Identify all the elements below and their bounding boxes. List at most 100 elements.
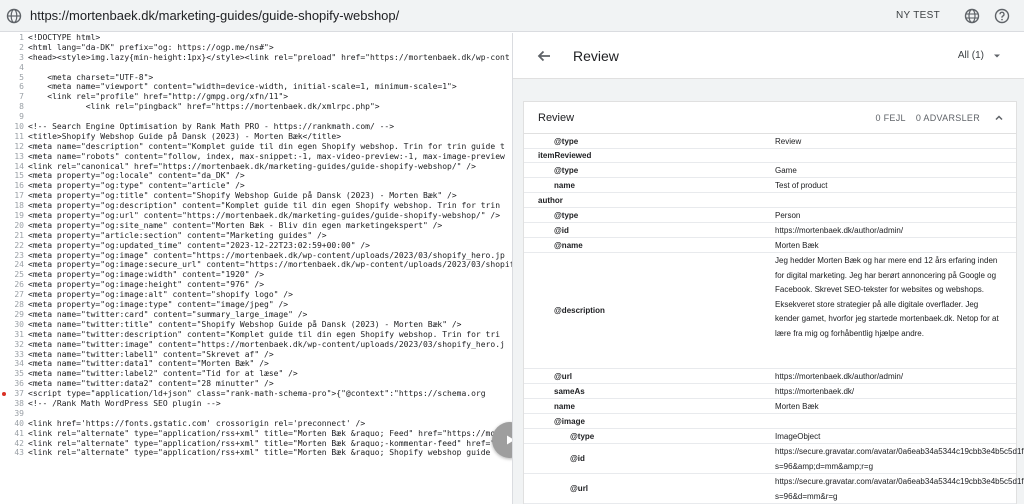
line-text: <meta property="og:description" content=… (28, 201, 501, 211)
line-text: <meta charset="UTF-8"> (28, 72, 154, 82)
line-number: 40 (14, 418, 24, 428)
line-number: 26 (14, 280, 24, 290)
line-text: <link rel="pingback" href="https://morte… (28, 102, 380, 112)
line-number: 17 (14, 191, 24, 201)
line-text: <meta name="twitter:data2" content="28 m… (28, 379, 274, 389)
line-text: <link rel="alternate" type="application/… (28, 428, 505, 438)
property-value: https://mortenbaek.dk/ (775, 387, 855, 396)
language-icon[interactable] (964, 8, 980, 24)
line-text: <meta property="og:locale" content="da_D… (28, 171, 245, 181)
line-text: <meta name="twitter:title" content="Shop… (28, 319, 462, 329)
property-value: Jeg hedder Morten Bæk og har mere end 12… (775, 256, 999, 338)
code-line: 34 <meta name="twitter:data1" content="Mo… (0, 359, 512, 369)
property-row: @type ImageObject (524, 429, 1016, 444)
code-line: 6 <meta name="viewport" content="width=d… (0, 82, 512, 92)
line-number: 7 (19, 92, 24, 102)
code-line: 20 <meta property="og:site_name" content=… (0, 221, 512, 231)
line-text: <link rel="profile" href="http://gmpg.or… (28, 92, 289, 102)
address-bar: https://mortenbaek.dk/marketing-guides/g… (0, 0, 1024, 32)
line-number: 8 (19, 102, 24, 112)
line-text: <meta name="description" content="Komple… (28, 141, 505, 151)
line-text: <meta property="og:type" content="articl… (28, 181, 245, 191)
source-code-view[interactable]: 1 <!DOCTYPE html> 2 <html lang="da-DK" pref… (0, 33, 512, 504)
line-text: <link rel="alternate" type="application/… (28, 448, 491, 458)
panel-header: Review All (1) (513, 33, 1024, 79)
code-line: 27 <meta property="og:image:alt" content=… (0, 290, 512, 300)
line-text: <meta name="twitter:label2" content="Tid… (28, 369, 298, 379)
card-header[interactable]: Review 0 FEJL 0 ADVARSLER (524, 102, 1016, 134)
retest-button[interactable]: NY TEST (896, 10, 940, 21)
code-line: 4 (0, 63, 512, 73)
line-text: <!-- /Rank Math WordPress SEO plugin --> (28, 398, 221, 408)
property-key: @id (554, 225, 569, 235)
line-text: <!-- Search Engine Optimisation by Rank … (28, 122, 395, 132)
property-row: @type Person (524, 208, 1016, 223)
property-value: Game (775, 166, 797, 175)
code-line: 37 <script type="application/ld+json" cla… (0, 389, 512, 399)
line-number: 15 (14, 171, 24, 181)
code-line: 30 <meta name="twitter:title" content="Sh… (0, 320, 512, 330)
property-row: itemReviewed (524, 149, 1016, 163)
line-number: 43 (14, 448, 24, 458)
line-number: 42 (14, 438, 24, 448)
error-count: 0 FEJL (875, 112, 906, 123)
line-text: <meta property="og:image:secure_url" con… (28, 260, 512, 270)
property-row: name Test of product (524, 178, 1016, 193)
chevron-down-icon[interactable] (992, 51, 1002, 61)
line-text: <meta name="robots" content="follow, ind… (28, 151, 505, 161)
back-arrow-icon[interactable] (535, 47, 553, 65)
line-text: <meta property="og:image:height" content… (28, 280, 265, 290)
code-line: 7 <link rel="profile" href="http://gmpg.… (0, 92, 512, 102)
property-row: @id https://mortenbaek.dk/author/admin/ (524, 223, 1016, 238)
property-row: @type Game (524, 163, 1016, 178)
code-line: 32 <meta name="twitter:image" content="ht… (0, 340, 512, 350)
code-line: 2 <html lang="da-DK" prefix="og: https://… (0, 43, 512, 53)
line-number: 22 (14, 240, 24, 250)
chevron-up-icon[interactable] (994, 113, 1004, 123)
line-text: <link href='https://fonts.gstatic.com' c… (28, 418, 366, 428)
code-line: 17 <meta property="og:title" content="Sho… (0, 191, 512, 201)
property-key: @type (570, 431, 595, 441)
code-line: 40 <link href='https://fonts.gstatic.com'… (0, 419, 512, 429)
code-line: 43 <link rel="alternate" type="applicatio… (0, 448, 512, 458)
code-line: 21 <meta property="article:section" conte… (0, 231, 512, 241)
line-text: <meta property="og:title" content="Shopi… (28, 191, 457, 201)
page-url[interactable]: https://mortenbaek.dk/marketing-guides/g… (30, 8, 896, 23)
line-number: 29 (14, 309, 24, 319)
code-line: 1 <!DOCTYPE html> (0, 33, 512, 43)
code-line: 8 <link rel="pingback" href="https://mor… (0, 102, 512, 112)
line-number: 36 (14, 379, 24, 389)
line-number: 27 (14, 290, 24, 300)
line-text: <!DOCTYPE html> (28, 33, 101, 42)
line-text: <meta property="og:updated_time" content… (28, 240, 370, 250)
line-number: 3 (19, 52, 24, 62)
code-line: 9 (0, 112, 512, 122)
code-line: 18 <meta property="og:description" conten… (0, 201, 512, 211)
detail-panel: Review All (1) Review 0 FEJL 0 ADVARSLER… (512, 33, 1024, 504)
property-key: @type (554, 136, 579, 146)
property-row: @url https://secure.gravatar.com/avatar/0… (524, 474, 1024, 504)
code-line: 3 <head><style>img.lazy{min-height:1px}</… (0, 53, 512, 63)
property-value: Person (775, 211, 801, 220)
property-key: name (554, 180, 575, 190)
property-key: @url (570, 484, 589, 493)
help-icon[interactable] (994, 8, 1010, 24)
filter-select[interactable]: All (1) (958, 50, 984, 61)
warning-count: 0 ADVARSLER (915, 112, 980, 123)
line-text: <meta name="twitter:description" content… (28, 329, 501, 339)
line-number: 33 (14, 349, 24, 359)
code-line: 26 <meta property="og:image:height" conte… (0, 280, 512, 290)
code-line: 11 <title>Shopify Webshop Guide på Dansk … (0, 132, 512, 142)
code-line: 36 <meta name="twitter:data2" content="28… (0, 379, 512, 389)
code-line: 15 <meta property="og:locale" content="da… (0, 171, 512, 181)
property-value: https://mortenbaek.dk/author/admin/ (775, 226, 904, 235)
line-text: <head><style>img.lazy{min-height:1px}</s… (28, 52, 510, 62)
line-number: 12 (14, 141, 24, 151)
property-key: author (538, 195, 563, 205)
property-row: @description Jeg hedder Morten Bæk og har… (524, 253, 1016, 369)
property-value: https://secure.gravatar.com/avatar/0a6ea… (775, 447, 1024, 471)
line-text: <meta property="og:url" content="https:/… (28, 211, 501, 221)
property-value: Morten Bæk (775, 402, 819, 411)
line-text: <meta property="og:image" content="https… (28, 250, 505, 260)
line-number: 1 (19, 33, 24, 42)
